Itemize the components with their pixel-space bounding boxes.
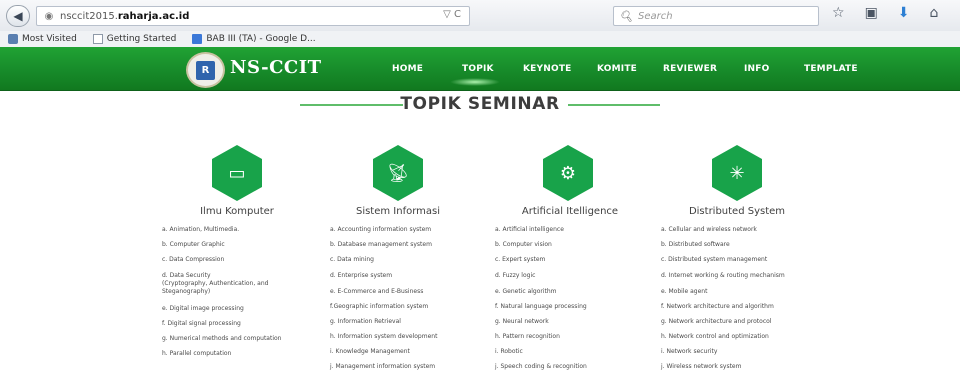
column-title-artificial-itelligence: Artificial Itelligence (521, 206, 619, 217)
topic-item: j. Management information system (330, 363, 436, 370)
bookmark-getting-started[interactable]: Getting Started (92, 34, 177, 44)
topic-item: j. Wireless network system (661, 363, 742, 370)
url-prefix: nsccit2015. (60, 10, 118, 22)
topic-item: g. Numerical methods and computation (162, 335, 282, 342)
topic-item: e. Digital image processing (162, 305, 244, 312)
bookmark-label-3: BAB III (TA) - Google D... (206, 34, 316, 44)
topic-item: f.Geographic information system (330, 303, 429, 310)
satellite-icon: 📡︎ (373, 145, 423, 201)
search-placeholder: Search (637, 10, 673, 22)
topic-item: c. Data Compression (162, 256, 225, 263)
brain-gear-icon: ⚙ (543, 145, 593, 201)
url-actions[interactable]: ▽ C (443, 9, 461, 20)
topic-item: i. Robotic (495, 348, 523, 355)
bookmarks-toolbar: Most Visited Getting Started BAB III (TA… (0, 31, 960, 48)
browser-icons: ☆ ▣ ⬇ ⌂ ➤ (832, 5, 960, 21)
column-title-ilmu-komputer: Ilmu Komputer (200, 206, 274, 217)
back-button[interactable]: ◀ (6, 5, 30, 27)
search-icon: 🔍︎ (619, 9, 633, 23)
folder-icon (8, 34, 18, 44)
browser-toolbar: ◀ ◉ nsccit2015. raharja.ac.id ▽ C 🔍︎ Sear… (0, 0, 960, 32)
bookmark-google-doc[interactable]: BAB III (TA) - Google D... (192, 34, 316, 44)
topic-item: c. Distributed system management (661, 256, 768, 263)
topic-item: j. Speech coding & recognition (495, 363, 587, 370)
topic-item: h. Information system development (330, 333, 438, 340)
topic-item: h. Network control and optimization (661, 333, 769, 340)
topic-item: b. Distributed software (661, 241, 730, 248)
topic-item: e. Mobile agent (661, 288, 708, 295)
laptop-icon: ▭ (212, 145, 262, 201)
topic-item: g. Neural network (495, 318, 549, 325)
column-title-distributed-system: Distributed System (688, 206, 786, 217)
page-icon (92, 34, 103, 44)
topic-item: h. Pattern recognition (495, 333, 560, 340)
topic-item: a. Animation, Multimedia. (162, 226, 240, 233)
clipboard-icon[interactable]: ▣ (865, 5, 878, 21)
topic-item: a. Accounting information system (330, 226, 432, 233)
nav-komite[interactable]: KOMITE (597, 64, 637, 74)
topic-item: f. Natural language processing (495, 303, 587, 310)
nav-topik[interactable]: TOPIK (462, 64, 494, 74)
logo-emblem[interactable]: R (186, 52, 225, 88)
topic-item: e. Genetic algorithm (495, 288, 557, 295)
column-title-sistem-informasi: Sistem Informasi (355, 206, 441, 217)
nav-home[interactable]: HOME (392, 64, 423, 74)
address-bar[interactable]: ◉ nsccit2015. raharja.ac.id ▽ C (36, 6, 470, 26)
topic-item: d. Enterprise system (330, 272, 393, 279)
nav-reviewer[interactable]: REVIEWER (663, 64, 717, 74)
browser-search-bar[interactable]: 🔍︎ Search (613, 6, 819, 26)
topic-item: b. Computer Graphic (162, 241, 225, 248)
topic-item: a. Cellular and wireless network (661, 226, 757, 233)
star-icon[interactable]: ☆ (832, 5, 845, 21)
home-icon[interactable]: ⌂ (930, 5, 939, 21)
url-domain: raharja.ac.id (117, 10, 190, 22)
topic-item: c. Expert system (495, 256, 546, 263)
topic-item: d. Data Security (162, 272, 211, 279)
bookmark-label-1: Most Visited (22, 34, 77, 44)
nav-keynote[interactable]: KEYNOTE (523, 64, 572, 74)
logo-mark: R (196, 60, 215, 80)
site-identity-icon: ◉ (44, 10, 54, 22)
network-icon: ✳ (712, 145, 762, 201)
heading-line-right (568, 104, 660, 106)
bookmark-most-visited[interactable]: Most Visited (8, 34, 77, 44)
download-icon[interactable]: ⬇ (898, 5, 910, 21)
page-heading: TOPIK SEMINAR (400, 94, 560, 114)
active-nav-indicator (450, 78, 500, 86)
topic-item: Steganography) (162, 288, 211, 295)
bookmark-label-2: Getting Started (106, 34, 177, 44)
topic-item: i. Network security (661, 348, 718, 355)
brand-name[interactable]: NS-CCIT (230, 57, 322, 78)
topic-item: g. Information Retrieval (330, 318, 401, 325)
nav-info[interactable]: INFO (744, 64, 769, 74)
topic-item: a. Artificial intelligence (495, 226, 564, 233)
topic-item: e. E-Commerce and E-Business (330, 288, 424, 295)
topic-item: g. Network architecture and protocol (661, 318, 772, 325)
site-navigation: R NS-CCIT HOME TOPIK KEYNOTE KOMITE REVI… (0, 47, 960, 91)
topic-item: f. Network architecture and algorithm (661, 303, 774, 310)
topic-item: d. Fuzzy logic (495, 272, 536, 279)
topic-item: b. Computer vision (495, 241, 552, 248)
topic-item: h. Parallel computation (162, 350, 232, 357)
topic-item: (Cryptography, Authentication, and (162, 280, 269, 287)
topic-item: c. Data mining (330, 256, 374, 263)
nav-template[interactable]: TEMPLATE (804, 64, 858, 74)
topic-item: f. Digital signal processing (162, 320, 241, 327)
topic-item: b. Database management system (330, 241, 432, 248)
topic-item: i. Knowledge Management (330, 348, 410, 355)
topic-item: d. Internet working & routing mechanism (661, 272, 785, 279)
back-arrow-icon: ◀ (13, 9, 23, 23)
document-icon (192, 34, 203, 44)
